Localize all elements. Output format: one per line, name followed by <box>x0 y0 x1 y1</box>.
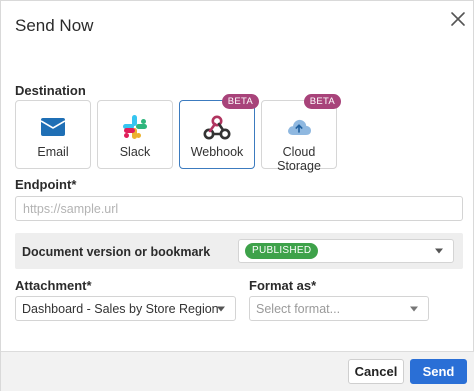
format-placeholder: Select format... <box>256 301 341 316</box>
cloud-upload-icon <box>285 113 313 141</box>
destination-webhook[interactable]: BETA Webhook <box>179 94 259 169</box>
endpoint-label: Endpoint* <box>15 177 77 192</box>
endpoint-input[interactable]: https://sample.url <box>15 196 463 221</box>
attachment-value: Dashboard - Sales by Store Region <box>22 301 219 316</box>
format-select[interactable]: Select format... <box>249 296 429 321</box>
destination-slack[interactable]: Slack <box>97 100 173 169</box>
chevron-down-icon <box>217 306 225 311</box>
destination-webhook-label: Webhook <box>190 145 244 159</box>
endpoint-placeholder: https://sample.url <box>23 201 119 216</box>
dialog-title: Send Now <box>15 16 94 35</box>
slack-icon <box>121 113 149 141</box>
destination-label: Destination <box>15 83 86 98</box>
attachment-label: Attachment* <box>15 278 92 293</box>
attachment-select[interactable]: Dashboard - Sales by Store Region <box>15 296 236 321</box>
document-version-select[interactable]: PUBLISHED <box>238 239 454 263</box>
destination-slack-label: Slack <box>119 145 151 159</box>
destination-email[interactable]: Email <box>15 100 91 169</box>
chevron-down-icon <box>410 306 418 311</box>
webhook-icon <box>203 113 231 141</box>
beta-badge: BETA <box>221 94 259 109</box>
chevron-down-icon <box>435 248 443 254</box>
destination-cloud-storage-label: Cloud Storage <box>277 145 321 173</box>
document-version-label: Document version or bookmark <box>22 245 211 259</box>
destination-cloud-storage[interactable]: BETA Cloud Storage <box>261 94 341 173</box>
destination-email-label: Email <box>37 145 69 159</box>
published-status-badge: PUBLISHED <box>245 243 319 259</box>
cancel-button[interactable]: Cancel <box>348 359 404 384</box>
beta-badge: BETA <box>303 94 341 109</box>
close-icon[interactable] <box>450 11 466 27</box>
email-icon <box>39 113 67 141</box>
format-label: Format as* <box>249 278 317 293</box>
send-button[interactable]: Send <box>410 359 467 384</box>
send-now-dialog: Send Now Destination Email Slack BETA We… <box>0 0 474 391</box>
